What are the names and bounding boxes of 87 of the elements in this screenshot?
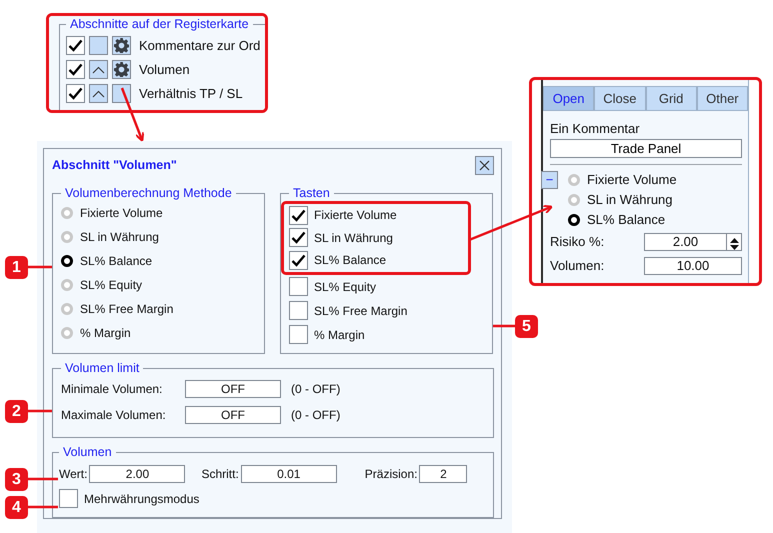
option-label: SL% Balance bbox=[80, 252, 152, 270]
section-label: Volumen bbox=[139, 61, 190, 79]
field-label: Volumen: bbox=[550, 257, 604, 276]
collapse-button[interactable]: − bbox=[541, 171, 558, 189]
caret-up-icon bbox=[92, 90, 105, 98]
trade-panel-button[interactable]: Trade Panel bbox=[550, 139, 742, 158]
text-field[interactable]: 2 bbox=[419, 464, 468, 483]
field-label: Minimale Volumen: bbox=[61, 380, 164, 398]
tab[interactable]: Grid bbox=[646, 86, 697, 111]
tab[interactable]: Open bbox=[543, 86, 594, 111]
option-label: Mehrwährungsmodus bbox=[84, 490, 200, 508]
callout-number: 5 bbox=[515, 315, 538, 338]
field-label: Präzision: bbox=[364, 466, 418, 483]
close-icon bbox=[479, 160, 490, 170]
radio-button[interactable] bbox=[61, 254, 73, 267]
callout-number: 2 bbox=[5, 400, 28, 423]
checkbox[interactable] bbox=[66, 36, 85, 56]
gear-icon bbox=[114, 38, 129, 54]
option-label: SL in Währung bbox=[80, 228, 159, 246]
option-label: SL% Free Margin bbox=[80, 300, 174, 318]
option-label: Fixierte Volume bbox=[587, 171, 677, 190]
text-field[interactable]: OFF bbox=[185, 380, 281, 398]
range-hint: (0 - OFF) bbox=[291, 406, 340, 424]
radio-button[interactable] bbox=[568, 214, 580, 226]
caret-up-icon bbox=[92, 66, 105, 74]
spin-button[interactable] bbox=[727, 233, 742, 251]
text-field[interactable]: 0.01 bbox=[240, 464, 337, 483]
check-icon bbox=[68, 87, 83, 100]
checkbox[interactable] bbox=[289, 277, 308, 296]
option-label: SL% Equity bbox=[314, 278, 376, 296]
field-label: Maximale Volumen: bbox=[61, 406, 167, 424]
checkbox[interactable] bbox=[289, 228, 308, 248]
option-label: SL% Balance bbox=[314, 252, 386, 270]
option-label: % Margin bbox=[80, 324, 131, 342]
group-title: Volumen bbox=[62, 446, 113, 460]
check-icon bbox=[68, 39, 83, 52]
group-title: Abschnitte auf der Registerkarte bbox=[69, 18, 250, 32]
check-icon bbox=[68, 63, 83, 76]
option-label: SL% Balance bbox=[587, 211, 666, 230]
spin-field[interactable]: 2.00 bbox=[644, 233, 727, 251]
section-label: Verhältnis TP / SL bbox=[139, 85, 243, 103]
checkbox[interactable] bbox=[66, 60, 85, 80]
text-field[interactable]: 10.00 bbox=[644, 257, 742, 275]
text-field[interactable]: OFF bbox=[185, 406, 281, 424]
check-icon bbox=[291, 231, 306, 244]
option-label: % Margin bbox=[314, 326, 365, 344]
range-hint: (0 - OFF) bbox=[291, 380, 340, 398]
dialog-title: Abschnitt "Volumen" bbox=[52, 156, 177, 174]
move-up-button[interactable] bbox=[89, 60, 108, 80]
move-up-button[interactable] bbox=[89, 84, 108, 104]
callout-number: 3 bbox=[5, 468, 28, 491]
checkbox[interactable] bbox=[289, 250, 308, 270]
option-label: SL in Währung bbox=[314, 230, 393, 247]
checkbox[interactable] bbox=[289, 301, 308, 320]
field-label: Risiko %: bbox=[550, 233, 604, 252]
group-title: Volumen limit bbox=[64, 362, 140, 376]
option-label: SL% Free Margin bbox=[314, 302, 408, 320]
checkbox[interactable] bbox=[289, 206, 308, 225]
group-title: Tasten bbox=[292, 187, 331, 201]
callout-number: 4 bbox=[5, 496, 28, 519]
check-icon bbox=[291, 208, 306, 222]
tab[interactable]: Other bbox=[696, 86, 748, 111]
field-label: Wert: bbox=[59, 466, 88, 483]
comment-label: Ein Kommentar bbox=[550, 120, 641, 138]
leader-line bbox=[28, 506, 58, 508]
text-field[interactable]: 2.00 bbox=[89, 464, 186, 483]
close-button[interactable] bbox=[475, 156, 494, 174]
leader-line bbox=[28, 478, 58, 480]
option-label: SL in Währung bbox=[587, 191, 673, 210]
option-label: Fixierte Volume bbox=[314, 207, 397, 224]
callout-number: 1 bbox=[5, 256, 28, 279]
settings-button[interactable] bbox=[112, 36, 131, 56]
gear-icon bbox=[114, 62, 129, 78]
option-label: SL% Equity bbox=[80, 276, 142, 294]
tab[interactable]: Close bbox=[594, 86, 646, 111]
option-label: Fixierte Volume bbox=[80, 204, 163, 222]
section-label: Kommentare zur Ord bbox=[139, 37, 260, 55]
settings-button[interactable] bbox=[112, 60, 131, 80]
leader-line bbox=[28, 410, 52, 412]
field-label: Schritt: bbox=[201, 466, 239, 483]
check-icon bbox=[291, 254, 306, 267]
checkbox[interactable] bbox=[66, 84, 85, 104]
checkbox[interactable] bbox=[59, 489, 78, 508]
group-title: Volumenberechnung Methode bbox=[64, 187, 233, 201]
leader-line bbox=[28, 266, 52, 268]
checkbox[interactable] bbox=[289, 325, 308, 344]
leader-line bbox=[493, 324, 515, 328]
